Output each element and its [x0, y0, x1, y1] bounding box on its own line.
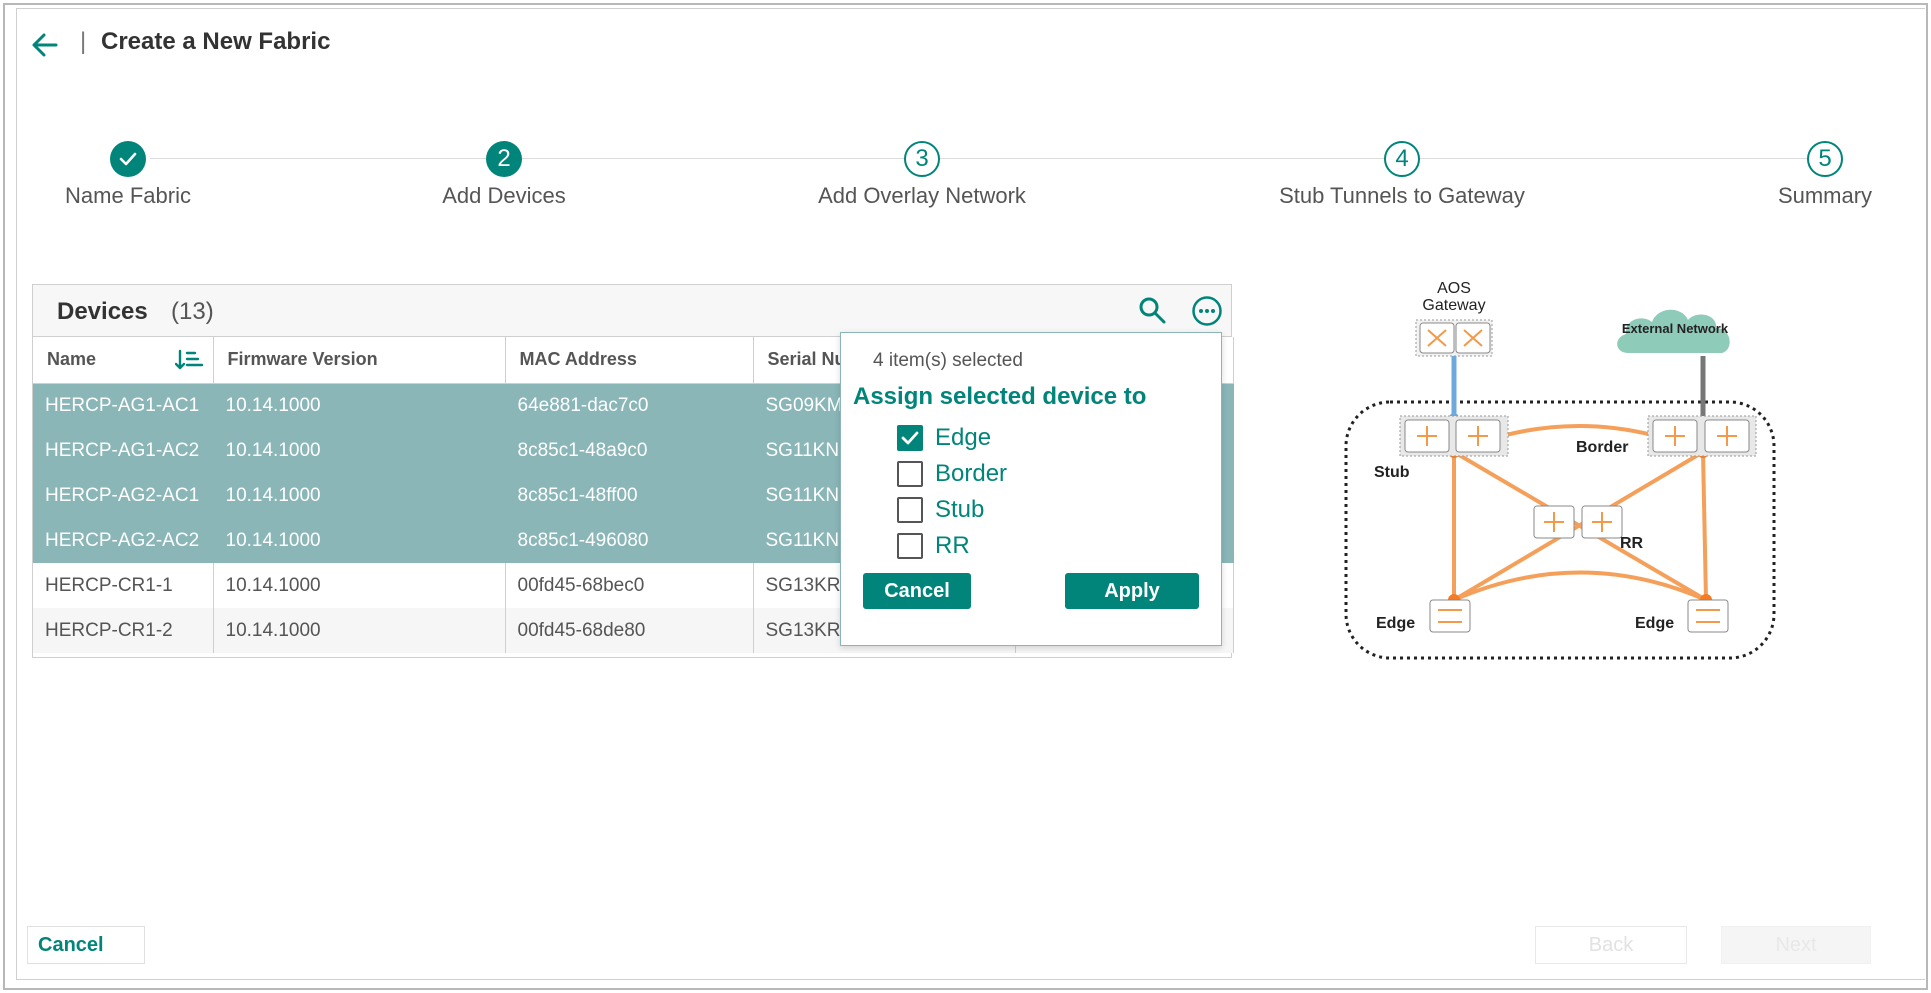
- option-edge[interactable]: Edge: [897, 423, 991, 453]
- cell-name: HERCP-CR1-1: [33, 563, 214, 608]
- step-label: Stub Tunnels to Gateway: [1279, 183, 1525, 208]
- border-label: Border: [1576, 439, 1628, 456]
- cell-mac: 8c85c1-496080: [505, 518, 754, 563]
- checkbox-icon[interactable]: [897, 461, 923, 487]
- step-number: 3: [904, 141, 940, 177]
- step-name-fabric[interactable]: Name Fabric: [0, 141, 278, 209]
- column-header-firmware[interactable]: Firmware Version: [213, 337, 506, 384]
- step-add-overlay-network[interactable]: 3 Add Overlay Network: [772, 141, 1072, 209]
- cell-firmware: 10.14.1000: [213, 428, 506, 473]
- checkmark-icon: [110, 141, 146, 177]
- sort-ascending-icon[interactable]: [174, 349, 203, 371]
- devices-title: Devices: [57, 298, 148, 325]
- route-reflector-icon: [1533, 505, 1623, 539]
- option-label: RR: [935, 532, 970, 559]
- cell-mac: 64e881-dac7c0: [505, 383, 754, 428]
- option-label: Edge: [935, 424, 992, 451]
- step-label: Add Devices: [442, 183, 566, 208]
- gateway-label-2: Gateway: [1422, 297, 1485, 314]
- assign-title: Assign selected device to: [853, 383, 1147, 410]
- fabric-links: [1448, 356, 1712, 606]
- fabric-topology-diagram: External Network AOS Gateway Stub Border…: [1344, 280, 1776, 660]
- column-header-label: Name: [47, 349, 97, 370]
- border-switch-icon: [1647, 415, 1757, 457]
- step-label: Name Fabric: [65, 183, 191, 208]
- external-network-label: External Network: [1622, 321, 1729, 336]
- cell-name: HERCP-AG1-AC1: [33, 383, 214, 428]
- header-separator: |: [80, 28, 87, 55]
- more-options-icon[interactable]: [1191, 295, 1223, 327]
- cell-firmware: 10.14.1000: [213, 473, 506, 518]
- option-rr[interactable]: RR: [897, 531, 970, 561]
- option-label: Stub: [935, 496, 985, 523]
- popup-cancel-button[interactable]: Cancel: [863, 573, 971, 609]
- column-header-name[interactable]: Name: [33, 337, 214, 384]
- stub-label: Stub: [1374, 464, 1410, 481]
- cell-name: HERCP-AG2-AC1: [33, 473, 214, 518]
- step-label: Add Overlay Network: [818, 183, 1026, 208]
- edge-switch-left-icon: [1429, 599, 1471, 633]
- gateway-label-1: AOS: [1437, 280, 1471, 297]
- apply-button[interactable]: Apply: [1065, 573, 1199, 609]
- checkbox-icon[interactable]: [897, 497, 923, 523]
- cell-firmware: 10.14.1000: [213, 383, 506, 428]
- edge-switch-right-icon: [1687, 599, 1729, 633]
- devices-header: Devices (13): [33, 285, 1231, 337]
- cell-mac: 8c85c1-48a9c0: [505, 428, 754, 473]
- rr-label: RR: [1620, 535, 1644, 552]
- step-stub-tunnels[interactable]: 4 Stub Tunnels to Gateway: [1252, 141, 1552, 209]
- page-title: Create a New Fabric: [101, 28, 331, 55]
- cell-mac: 8c85c1-48ff00: [505, 473, 754, 518]
- cell-firmware: 10.14.1000: [213, 563, 506, 608]
- cell-firmware: 10.14.1000: [213, 518, 506, 563]
- stub-switch-icon: [1399, 415, 1509, 457]
- next-button[interactable]: Next: [1721, 926, 1871, 964]
- back-arrow-icon[interactable]: [30, 30, 60, 60]
- cell-mac: 00fd45-68bec0: [505, 563, 754, 608]
- column-header-mac[interactable]: MAC Address: [505, 337, 754, 384]
- step-number: 5: [1807, 141, 1843, 177]
- cell-name: HERCP-AG2-AC2: [33, 518, 214, 563]
- checkbox-checked-icon[interactable]: [897, 425, 923, 451]
- step-number: 4: [1384, 141, 1420, 177]
- cell-name: HERCP-AG1-AC2: [33, 428, 214, 473]
- option-border[interactable]: Border: [897, 459, 1007, 489]
- cell-name: HERCP-CR1-2: [33, 608, 214, 653]
- selected-count: 4 item(s) selected: [873, 350, 1023, 371]
- devices-count: (13): [171, 298, 214, 325]
- back-button[interactable]: Back: [1535, 926, 1687, 964]
- edge-left-label: Edge: [1376, 615, 1415, 632]
- step-add-devices[interactable]: 2 Add Devices: [354, 141, 654, 209]
- option-stub[interactable]: Stub: [897, 495, 984, 525]
- edge-right-label: Edge: [1635, 615, 1674, 632]
- assign-role-popup: 4 item(s) selected Assign selected devic…: [840, 332, 1222, 646]
- checkbox-icon[interactable]: [897, 533, 923, 559]
- gateway-device-icon: [1415, 319, 1493, 357]
- search-icon[interactable]: [1137, 295, 1167, 325]
- cancel-button[interactable]: Cancel: [27, 926, 145, 964]
- step-label: Summary: [1777, 183, 1873, 208]
- option-label: Border: [935, 460, 1008, 487]
- step-number: 2: [486, 141, 522, 177]
- cell-firmware: 10.14.1000: [213, 608, 506, 653]
- step-summary[interactable]: 5 Summary: [1675, 141, 1931, 209]
- cell-mac: 00fd45-68de80: [505, 608, 754, 653]
